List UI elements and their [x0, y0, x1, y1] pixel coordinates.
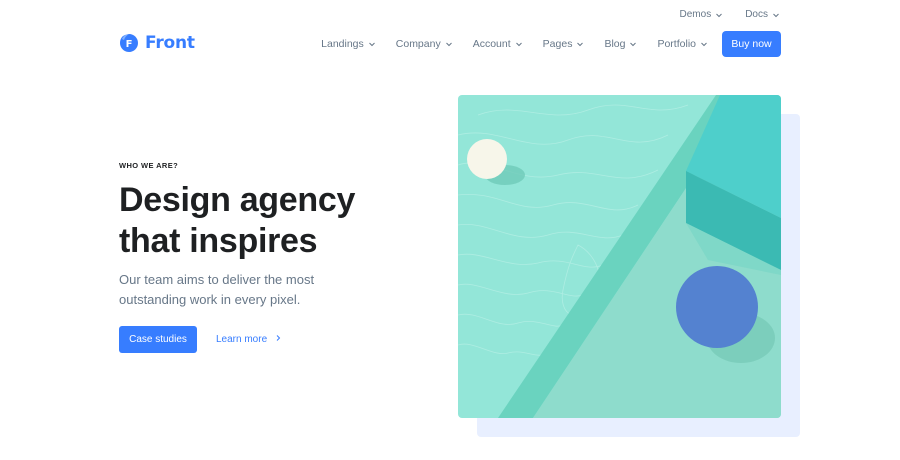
chevron-down-icon: [629, 40, 637, 48]
topbar-docs[interactable]: Docs: [745, 9, 780, 20]
nav-item-label: Portfolio: [657, 38, 696, 50]
hero-headline-line2: that inspires: [119, 222, 318, 260]
brand-name: Front: [145, 33, 195, 53]
brand-mark-icon: F: [119, 33, 139, 53]
hero-headline-line1: Design agency: [119, 181, 356, 219]
main-nav: Landings Company Account Pages Blog Port…: [321, 38, 708, 50]
nav-item-label: Account: [472, 38, 511, 50]
topbar-demos-label: Demos: [679, 9, 712, 20]
chevron-down-icon: [715, 11, 723, 19]
learn-more-label: Learn more: [216, 334, 268, 345]
nav-item-account[interactable]: Account: [473, 38, 523, 50]
nav-item-portfolio[interactable]: Portfolio: [657, 38, 708, 50]
nav-item-label: Landings: [321, 38, 364, 50]
hero-illustration: [458, 95, 781, 418]
nav-item-label: Blog: [604, 38, 626, 50]
nav-item-company[interactable]: Company: [396, 38, 453, 50]
nav-item-label: Company: [395, 38, 441, 50]
nav-item-landings[interactable]: Landings: [321, 38, 376, 50]
chevron-down-icon: [772, 11, 780, 19]
brand-logo[interactable]: F Front: [119, 33, 195, 53]
nav-item-pages[interactable]: Pages: [543, 38, 585, 50]
svg-text:F: F: [126, 39, 133, 50]
chevron-right-icon: [274, 334, 282, 345]
topbar-demos[interactable]: Demos: [680, 9, 724, 20]
case-studies-button[interactable]: Case studies: [119, 326, 197, 353]
topbar-docs-label: Docs: [745, 9, 768, 20]
hero-eyebrow: WHO WE ARE?: [119, 161, 179, 170]
hero-lead: Our team aims to deliver the most outsta…: [119, 272, 315, 307]
nav-item-label: Pages: [542, 38, 573, 50]
chevron-down-icon: [515, 40, 523, 48]
learn-more-link[interactable]: Learn more: [216, 334, 282, 345]
chevron-down-icon: [445, 40, 453, 48]
hero-headline: Design agency that inspires: [119, 180, 419, 262]
chevron-down-icon: [700, 40, 708, 48]
nav-item-blog[interactable]: Blog: [604, 38, 637, 50]
top-bar: Demos Docs: [680, 9, 780, 20]
chevron-down-icon: [576, 40, 584, 48]
buy-now-button[interactable]: Buy now: [722, 31, 781, 57]
chevron-down-icon: [368, 40, 376, 48]
